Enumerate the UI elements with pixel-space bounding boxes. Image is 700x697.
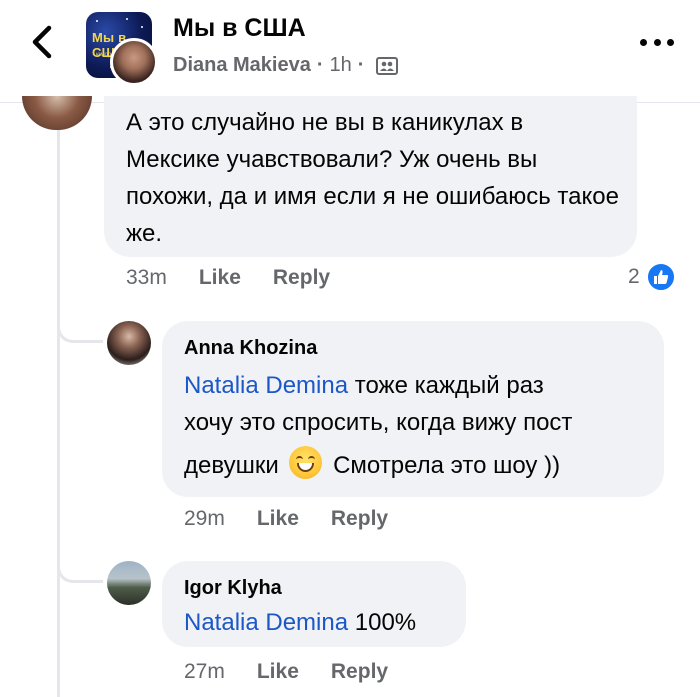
post-header: Мы в США юмор · фото Мы в США Diana Maki… <box>0 0 700 103</box>
reaction-summary[interactable]: 2 <box>628 262 676 292</box>
mention-link[interactable]: Natalia Demina <box>184 372 348 399</box>
reply-text-part: девушки <box>184 452 279 479</box>
commenter-avatar[interactable] <box>22 96 92 130</box>
reply-time[interactable]: 27m <box>184 660 225 684</box>
reply-text-part: 100% <box>348 609 417 636</box>
thumbs-up-icon <box>653 270 668 284</box>
comment-bubble: А это случайно не вы в каникулах в Мекси… <box>104 96 637 257</box>
like-button[interactable]: Like <box>257 660 299 684</box>
back-button[interactable] <box>24 22 60 62</box>
reply-text-part: хочу это спросить, когда вижу пост <box>184 409 573 436</box>
reply-actions: 29m Like Reply <box>184 507 420 531</box>
like-button[interactable]: Like <box>257 507 299 531</box>
reply-author[interactable]: Igor Klyha <box>184 577 282 600</box>
grinning-face-icon <box>289 446 323 479</box>
reply-avatar-anna[interactable] <box>107 321 151 365</box>
reply-button[interactable]: Reply <box>331 507 388 531</box>
comment-actions: 33m Like Reply <box>126 266 362 290</box>
chevron-left-icon <box>32 25 52 59</box>
members-icon <box>376 56 399 75</box>
meta-separator: · <box>316 54 324 76</box>
reply-connector <box>57 553 103 583</box>
reply-button[interactable]: Reply <box>331 660 388 684</box>
reply-button[interactable]: Reply <box>273 266 330 290</box>
reply-avatar-igor[interactable] <box>107 561 151 605</box>
reply-text-part: тоже каждый раз <box>348 372 544 399</box>
reply-text: Natalia Demina 100% <box>184 609 416 637</box>
mention-link[interactable]: Natalia Demina <box>184 609 348 636</box>
more-options-icon <box>640 38 647 46</box>
like-badge <box>645 262 676 292</box>
group-title[interactable]: Мы в США <box>173 14 306 43</box>
reply-actions: 27m Like Reply <box>184 660 420 684</box>
reply-connector <box>57 313 103 343</box>
reply-author[interactable]: Anna Khozina <box>184 337 317 360</box>
thread-line <box>57 130 60 697</box>
author-avatar[interactable] <box>110 38 158 86</box>
reply-bubble: Igor Klyha Natalia Demina 100% <box>162 561 466 647</box>
reply-text: Natalia Demina тоже каждый раз хочу это … <box>184 367 654 491</box>
reply-text-part: Смотрела это шоу )) <box>333 452 561 479</box>
like-button[interactable]: Like <box>199 266 241 290</box>
post-meta: Diana Makieva · 1h · <box>173 54 399 77</box>
meta-separator-2: · <box>357 54 365 76</box>
more-options-button[interactable] <box>640 30 674 54</box>
author-name[interactable]: Diana Makieva <box>173 54 311 77</box>
reply-time[interactable]: 29m <box>184 507 225 531</box>
reaction-count: 2 <box>628 265 640 288</box>
post-time[interactable]: 1h <box>330 54 352 77</box>
comment-time[interactable]: 33m <box>126 266 167 290</box>
comment-text: А это случайно не вы в каникулах в Мекси… <box>126 109 619 247</box>
reply-bubble: Anna Khozina Natalia Demina тоже каждый … <box>162 321 664 497</box>
